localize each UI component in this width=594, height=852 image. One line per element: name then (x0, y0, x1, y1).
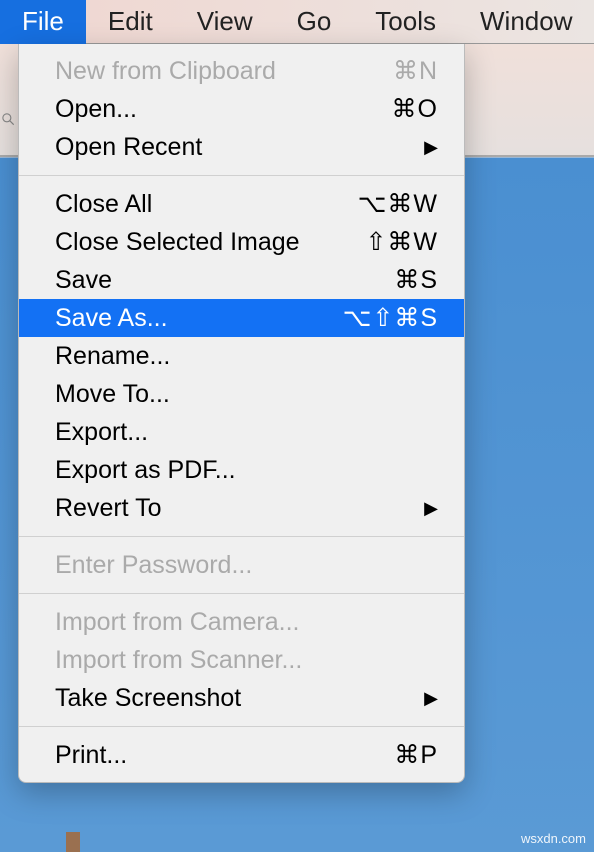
menu-item-import-from-scanner: Import from Scanner... (19, 641, 464, 679)
search-icon (0, 99, 16, 139)
menu-item-open[interactable]: Open... ⌘O (19, 90, 464, 128)
menu-item-save-as[interactable]: Save As... ⌥⇧⌘S (19, 299, 464, 337)
menu-item-label: Import from Camera... (55, 608, 300, 637)
menu-item-label: New from Clipboard (55, 57, 276, 86)
menu-item-label: Open... (55, 95, 137, 124)
submenu-arrow-icon: ▶ (424, 137, 438, 158)
menu-item-import-from-camera: Import from Camera... (19, 603, 464, 641)
menu-item-label: Export as PDF... (55, 456, 236, 485)
menu-item-shortcut: ⌘O (392, 94, 438, 124)
menu-go[interactable]: Go (275, 0, 354, 44)
menu-item-label: Rename... (55, 342, 170, 371)
menu-item-new-from-clipboard: New from Clipboard ⌘N (19, 52, 464, 90)
menu-item-label: Close All (55, 190, 152, 219)
menu-item-label: Print... (55, 741, 127, 770)
menu-item-close-all[interactable]: Close All ⌥⌘W (19, 185, 464, 223)
menu-item-label: Save As... (55, 304, 168, 333)
menu-item-label: Open Recent (55, 133, 202, 162)
submenu-arrow-icon: ▶ (424, 498, 438, 519)
menu-separator (19, 175, 464, 176)
menu-item-save[interactable]: Save ⌘S (19, 261, 464, 299)
menu-item-print[interactable]: Print... ⌘P (19, 736, 464, 774)
menu-item-label: Revert To (55, 494, 162, 523)
menu-item-enter-password: Enter Password... (19, 546, 464, 584)
menu-item-export[interactable]: Export... (19, 413, 464, 451)
watermark-text: wsxdn.com (521, 831, 586, 846)
menu-file[interactable]: File (0, 0, 86, 44)
menu-item-close-selected-image[interactable]: Close Selected Image ⇧⌘W (19, 223, 464, 261)
menu-item-shortcut: ⌘P (394, 740, 438, 770)
menu-item-label: Enter Password... (55, 551, 252, 580)
menu-separator (19, 726, 464, 727)
menu-item-move-to[interactable]: Move To... (19, 375, 464, 413)
menu-item-take-screenshot[interactable]: Take Screenshot ▶ (19, 679, 464, 717)
menu-separator (19, 536, 464, 537)
menu-item-label: Move To... (55, 380, 170, 409)
file-dropdown-menu: New from Clipboard ⌘N Open... ⌘O Open Re… (18, 44, 465, 783)
menu-item-label: Export... (55, 418, 148, 447)
menu-item-shortcut: ⌥⌘W (358, 189, 438, 219)
menu-item-shortcut: ⌥⇧⌘S (343, 303, 438, 333)
menubar: File Edit View Go Tools Window (0, 0, 594, 44)
menu-item-revert-to[interactable]: Revert To ▶ (19, 489, 464, 527)
menu-item-shortcut: ⌘N (393, 56, 438, 86)
menu-item-label: Close Selected Image (55, 228, 300, 257)
menu-item-open-recent[interactable]: Open Recent ▶ (19, 128, 464, 166)
menu-window[interactable]: Window (458, 0, 594, 44)
menu-edit[interactable]: Edit (86, 0, 175, 44)
submenu-arrow-icon: ▶ (424, 688, 438, 709)
menu-tools[interactable]: Tools (353, 0, 458, 44)
menu-view[interactable]: View (175, 0, 275, 44)
menu-item-export-as-pdf[interactable]: Export as PDF... (19, 451, 464, 489)
background-detail (66, 832, 80, 852)
menu-item-label: Take Screenshot (55, 684, 241, 713)
menu-separator (19, 593, 464, 594)
menu-item-rename[interactable]: Rename... (19, 337, 464, 375)
menu-item-shortcut: ⇧⌘W (365, 227, 438, 257)
menu-item-shortcut: ⌘S (394, 265, 438, 295)
menu-item-label: Save (55, 266, 112, 295)
menu-item-label: Import from Scanner... (55, 646, 302, 675)
